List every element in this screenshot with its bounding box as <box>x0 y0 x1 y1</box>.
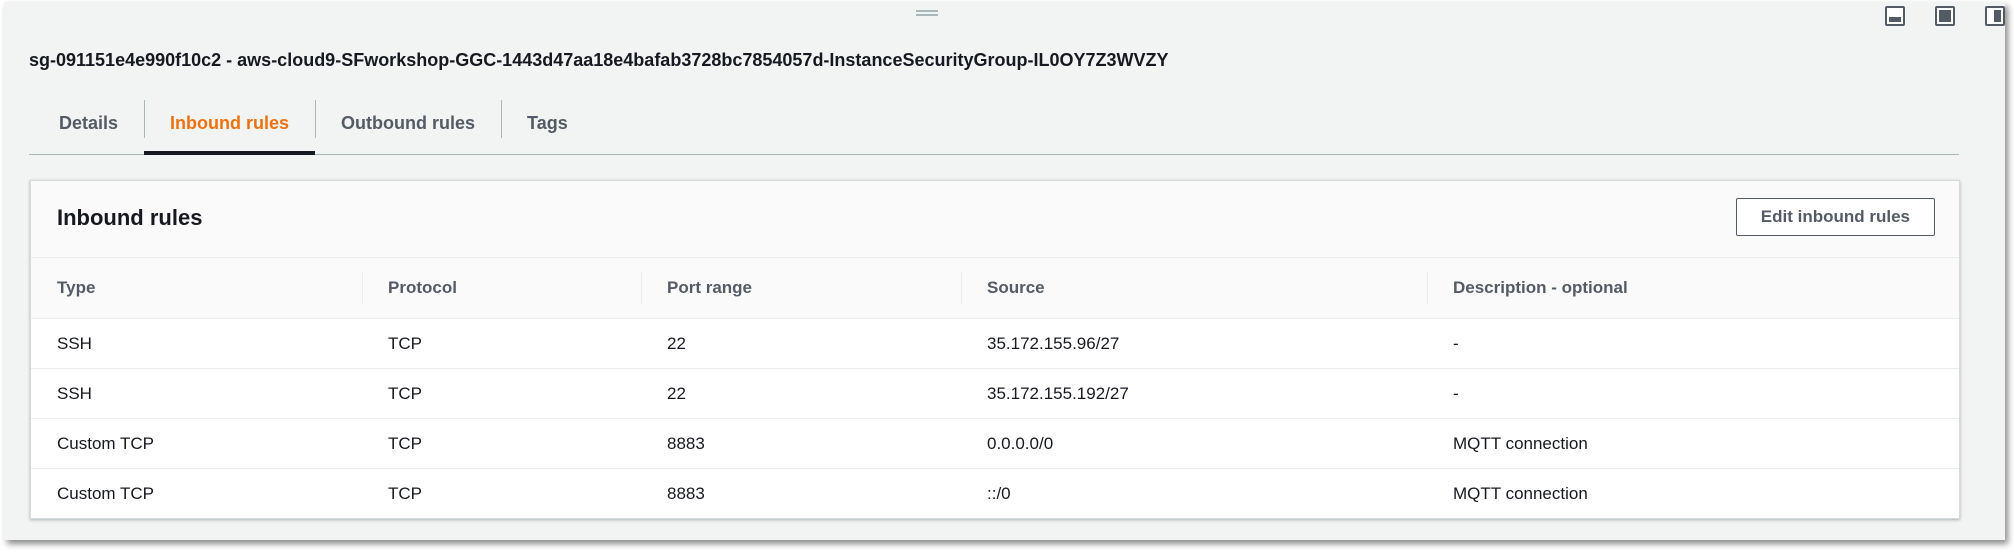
tab-label: Details <box>59 112 119 133</box>
tab-tags[interactable]: Tags <box>501 92 594 154</box>
security-group-title: sg-091151e4e990f10c2 - aws-cloud9-SFwork… <box>29 50 1169 70</box>
cell-description: MQTT connection <box>1427 418 1959 469</box>
cell-source: 35.172.155.192/27 <box>961 368 1427 419</box>
inbound-rules-table: Type Protocol Port range Source Descript… <box>31 258 1959 518</box>
window-controls <box>1885 6 2005 26</box>
table-header-row: Type Protocol Port range Source Descript… <box>31 258 1959 319</box>
maximize-panel-icon[interactable] <box>1935 6 1955 26</box>
cell-protocol: TCP <box>362 368 641 419</box>
side-panel-icon[interactable] <box>1985 6 2005 26</box>
cell-source: ::/0 <box>987 483 1011 503</box>
edit-inbound-rules-button[interactable]: Edit inbound rules <box>1735 198 1935 236</box>
cell-source: 35.172.155.96/27 <box>961 318 1427 369</box>
table-row: SSH TCP 22 35.172.155.96/27 - <box>31 318 1959 369</box>
panel-header: Inbound rules Edit inbound rules <box>31 181 1959 258</box>
column-header-source: Source <box>961 258 1427 319</box>
column-header-type: Type <box>31 258 362 319</box>
security-group-detail-panel: sg-091151e4e990f10c2 - aws-cloud9-SFwork… <box>4 2 2005 540</box>
cell-port-range: 22 <box>641 368 961 419</box>
tab-details[interactable]: Details <box>29 92 144 154</box>
cell-description: - <box>1427 368 1959 419</box>
cell-port-range: 22 <box>641 318 961 369</box>
cell-type: SSH <box>31 318 362 369</box>
minimize-panel-icon[interactable] <box>1885 6 1905 26</box>
tab-bar: Details Inbound rules Outbound rules Tag… <box>29 92 1959 155</box>
tab-inbound-rules[interactable]: Inbound rules <box>144 92 316 155</box>
inbound-rules-panel: Inbound rules Edit inbound rules Type Pr… <box>30 180 1960 519</box>
cell-protocol: TCP <box>388 483 422 503</box>
tab-outbound-rules[interactable]: Outbound rules <box>315 92 501 154</box>
column-header-protocol: Protocol <box>362 258 641 319</box>
cell-type: Custom TCP <box>57 483 154 503</box>
table-row: Custom TCP TCP 8883 ::/0 MQTT connection <box>31 469 1959 519</box>
tab-label: Tags <box>527 112 568 133</box>
column-header-port-range: Port range <box>641 258 961 319</box>
cell-description: - <box>1427 318 1959 369</box>
cell-port-range: 8883 <box>641 418 961 469</box>
column-header-description: Description - optional <box>1427 258 1959 319</box>
tab-label: Inbound rules <box>170 112 290 133</box>
cell-type: SSH <box>31 368 362 419</box>
cell-protocol: TCP <box>362 418 641 469</box>
drag-handle-icon[interactable] <box>916 10 938 16</box>
tab-label: Outbound rules <box>341 112 476 133</box>
panel-title: Inbound rules <box>57 205 203 230</box>
table-row: SSH TCP 22 35.172.155.192/27 - <box>31 368 1959 419</box>
cell-port-range: 8883 <box>667 483 705 503</box>
table-row: Custom TCP TCP 8883 0.0.0.0/0 MQTT conne… <box>31 418 1959 469</box>
cell-type: Custom TCP <box>31 418 362 469</box>
cell-protocol: TCP <box>362 318 641 369</box>
cell-source: 0.0.0.0/0 <box>961 418 1427 469</box>
cell-description: MQTT connection <box>1453 483 1588 503</box>
